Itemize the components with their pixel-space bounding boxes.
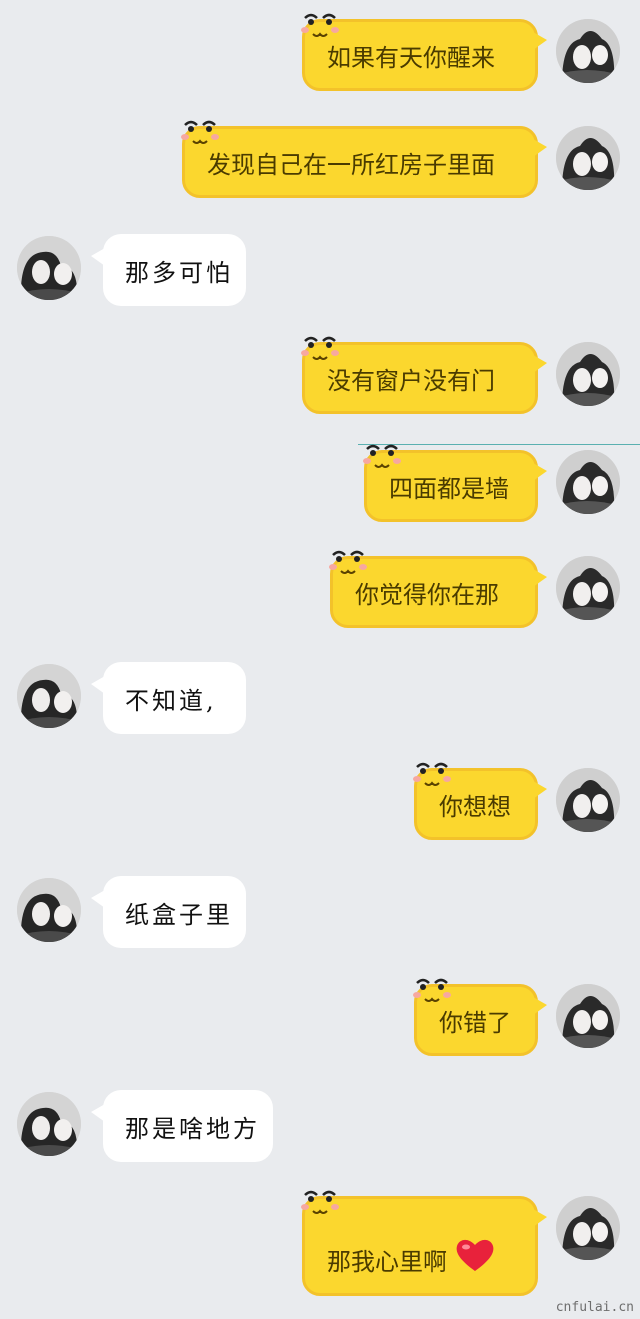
message-bubble[interactable]: 你想想	[413, 762, 547, 840]
message-bubble[interactable]: 不知道,	[91, 662, 246, 734]
message-text: 那我心里啊	[327, 1247, 447, 1276]
message-row: 如果有天你醒来	[0, 13, 640, 93]
avatar[interactable]	[556, 984, 620, 1048]
avatar[interactable]	[556, 19, 620, 83]
message-bubble[interactable]: 你错了	[413, 978, 547, 1056]
message-text: 那多可怕	[125, 258, 233, 287]
message-row: 你觉得你在那	[0, 550, 640, 630]
heart-icon	[456, 1239, 494, 1271]
message-text: 发现自己在一所红房子里面	[207, 150, 495, 179]
avatar[interactable]	[556, 126, 620, 190]
avatar[interactable]	[556, 768, 620, 832]
face-sticker-icon	[363, 444, 401, 468]
face-sticker-icon	[413, 762, 451, 786]
avatar[interactable]	[17, 664, 81, 728]
message-bubble[interactable]: 四面都是墙	[363, 444, 547, 522]
message-text: 你觉得你在那	[355, 580, 499, 609]
message-row: 没有窗户没有门	[0, 336, 640, 416]
message-row: 那我心里啊	[0, 1190, 640, 1296]
message-row: 发现自己在一所红房子里面	[0, 120, 640, 200]
message-row: 你想想	[0, 762, 640, 842]
avatar[interactable]	[17, 878, 81, 942]
face-sticker-icon	[301, 336, 339, 360]
avatar[interactable]	[556, 342, 620, 406]
message-row: 四面都是墙	[0, 444, 640, 524]
message-bubble[interactable]: 那是啥地方	[91, 1090, 273, 1162]
message-text: 四面都是墙	[389, 474, 509, 503]
message-bubble[interactable]: 你觉得你在那	[329, 550, 547, 628]
message-bubble[interactable]: 没有窗户没有门	[301, 336, 547, 414]
face-sticker-icon	[301, 1190, 339, 1214]
message-text: 没有窗户没有门	[327, 366, 495, 395]
message-text: 如果有天你醒来	[327, 43, 495, 72]
avatar[interactable]	[17, 236, 81, 300]
message-row: 那是啥地方	[0, 1090, 640, 1164]
message-row: 纸盒子里	[0, 876, 640, 950]
message-text: 那是啥地方	[125, 1114, 260, 1143]
message-bubble[interactable]: 如果有天你醒来	[301, 13, 547, 91]
avatar[interactable]	[556, 450, 620, 514]
face-sticker-icon	[301, 13, 339, 37]
message-row: 你错了	[0, 978, 640, 1058]
message-row: 那多可怕	[0, 234, 640, 308]
watermark: cnfulai.cn	[555, 1300, 634, 1315]
message-bubble[interactable]: 那多可怕	[91, 234, 246, 306]
face-sticker-icon	[181, 120, 219, 144]
message-bubble[interactable]: 纸盒子里	[91, 876, 246, 948]
message-row: 不知道,	[0, 662, 640, 736]
avatar[interactable]	[556, 1196, 620, 1260]
avatar[interactable]	[556, 556, 620, 620]
message-text: 不知道,	[125, 686, 217, 715]
message-bubble[interactable]: 那我心里啊	[301, 1190, 547, 1296]
avatar[interactable]	[17, 1092, 81, 1156]
face-sticker-icon	[329, 550, 367, 574]
message-bubble[interactable]: 发现自己在一所红房子里面	[181, 120, 547, 198]
face-sticker-icon	[413, 978, 451, 1002]
message-text: 纸盒子里	[125, 900, 233, 929]
